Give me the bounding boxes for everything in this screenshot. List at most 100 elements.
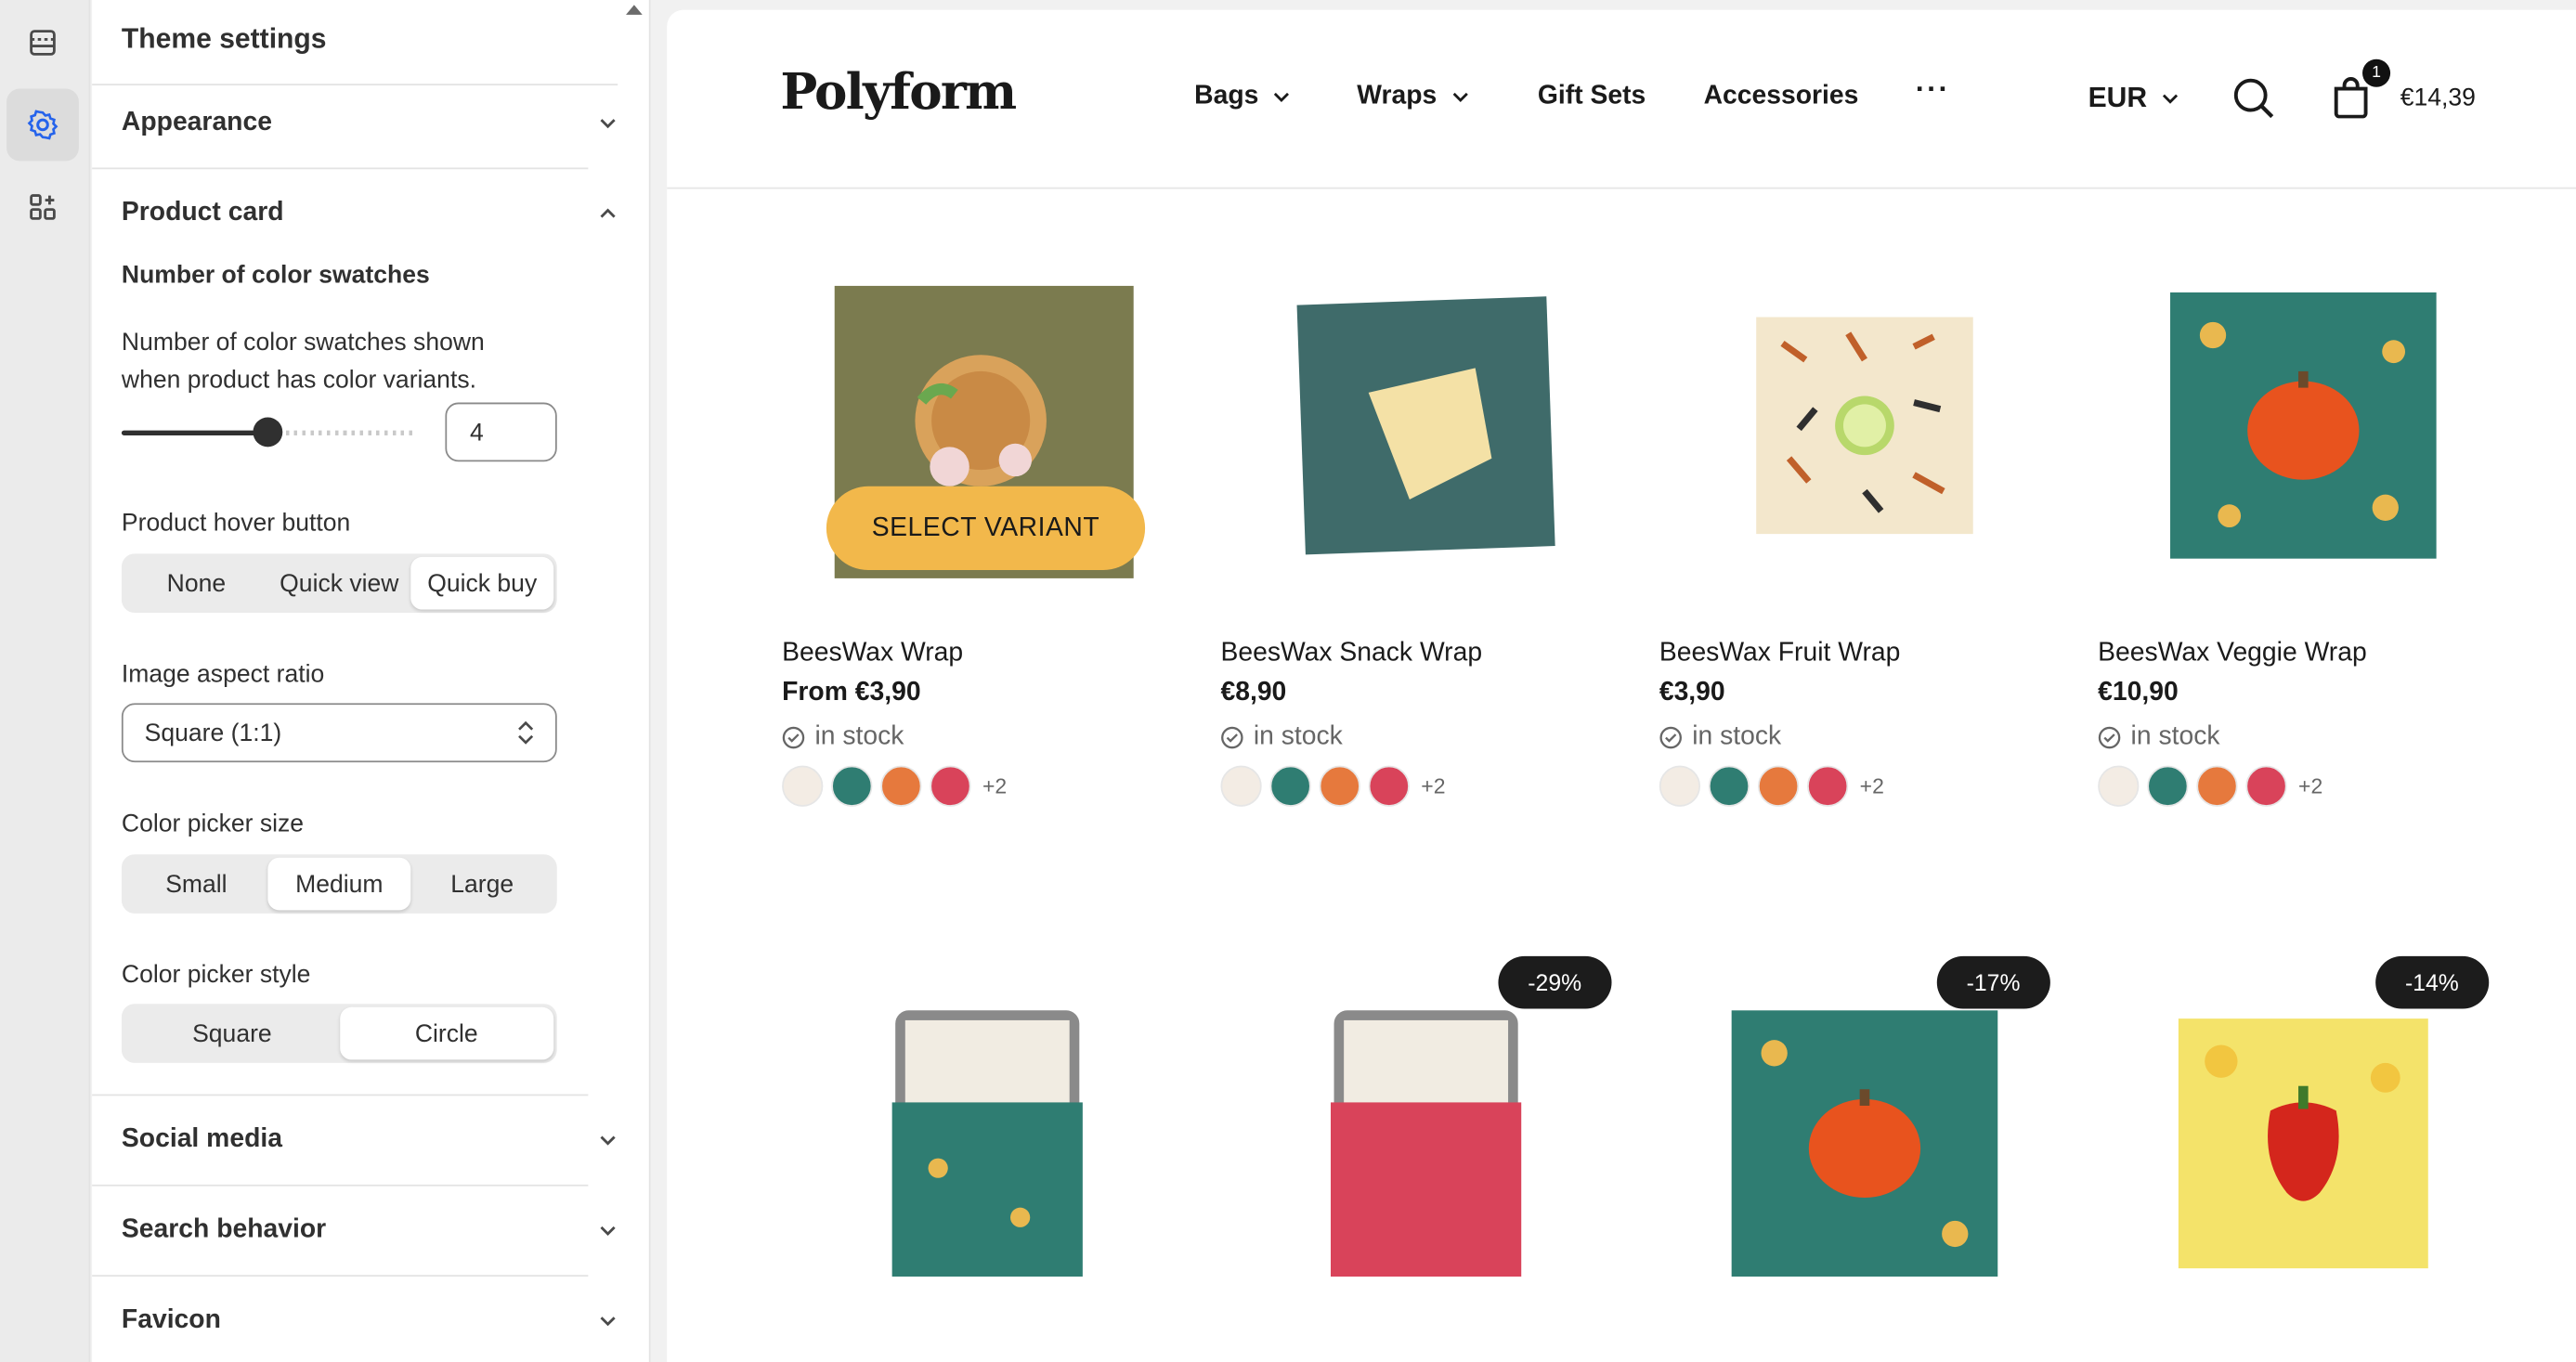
- nav-more-icon[interactable]: ···: [1916, 72, 1950, 107]
- product-name[interactable]: BeesWax Wrap: [782, 639, 963, 668]
- product-image[interactable]: [1659, 979, 2070, 1308]
- theme-settings-button[interactable]: [7, 88, 79, 162]
- chevron-down-icon: [600, 1317, 616, 1327]
- swatch-floral[interactable]: [1659, 765, 1701, 807]
- product-image[interactable]: [1659, 240, 2070, 609]
- product-image[interactable]: [2098, 240, 2508, 609]
- hover-button-label: Product hover button: [121, 509, 351, 538]
- product-name[interactable]: BeesWax Veggie Wrap: [2098, 639, 2367, 668]
- color-swatches: +2: [1659, 765, 1884, 807]
- swatch-red[interactable]: [2245, 765, 2287, 807]
- product-image[interactable]: [2098, 979, 2508, 1308]
- chevron-down-icon: [600, 1135, 616, 1146]
- chevron-down-icon: [2162, 94, 2178, 104]
- swatch-green[interactable]: [2147, 765, 2189, 807]
- color-swatches: +2: [782, 765, 1007, 807]
- swatch-green[interactable]: [1269, 765, 1311, 807]
- cart-total[interactable]: €14,39: [2400, 84, 2476, 111]
- panel-title: Theme settings: [121, 22, 327, 55]
- nav-gift-sets[interactable]: Gift Sets: [1538, 82, 1646, 111]
- app-rail: [0, 0, 91, 1362]
- product-image[interactable]: [1220, 240, 1631, 609]
- select-arrows-icon: [518, 720, 534, 745]
- style-option-circle[interactable]: Circle: [339, 1006, 554, 1060]
- search-icon[interactable]: [2231, 75, 2277, 122]
- aspect-ratio-select[interactable]: Square (1:1): [121, 703, 557, 763]
- swatch-orange[interactable]: [2196, 765, 2238, 807]
- divider: [92, 1094, 589, 1096]
- section-search-behavior[interactable]: Search behavior: [122, 1211, 619, 1250]
- size-option-medium[interactable]: Medium: [267, 857, 411, 911]
- more-swatches[interactable]: +2: [1421, 773, 1445, 798]
- swatch-orange[interactable]: [880, 765, 922, 807]
- stock-status: in stock: [782, 723, 904, 753]
- section-search-behavior-label: Search behavior: [121, 1215, 327, 1244]
- swatch-floral[interactable]: [782, 765, 824, 807]
- cart-icon[interactable]: [2333, 75, 2369, 119]
- hover-option-none[interactable]: None: [124, 557, 267, 610]
- hover-button-segmented: None Quick view Quick buy: [121, 553, 557, 614]
- nav-wraps[interactable]: Wraps: [1357, 82, 1469, 111]
- product-photo-pumpkin-2: [1731, 1010, 1998, 1277]
- sections-button[interactable]: [7, 6, 79, 79]
- product-image[interactable]: [1220, 979, 1631, 1308]
- swatch-red[interactable]: [930, 765, 971, 807]
- divider: [92, 1184, 589, 1187]
- discount-badge: -14%: [2375, 955, 2489, 1009]
- store-logo[interactable]: Polyform: [780, 64, 1017, 122]
- swatch-red[interactable]: [1807, 765, 1849, 807]
- more-swatches[interactable]: +2: [2298, 773, 2322, 798]
- section-product-card-label: Product card: [121, 199, 284, 227]
- color-swatches: +2: [1220, 765, 1446, 807]
- swatches-slider-fill: [121, 430, 270, 435]
- more-swatches[interactable]: +2: [1860, 773, 1884, 798]
- size-option-large[interactable]: Large: [410, 858, 553, 911]
- stock-label: in stock: [814, 722, 904, 751]
- hover-option-quick-view[interactable]: Quick view: [267, 557, 410, 610]
- section-product-card[interactable]: Product card: [122, 194, 619, 233]
- product-image[interactable]: [782, 979, 1192, 1308]
- size-option-small[interactable]: Small: [124, 858, 267, 911]
- aspect-ratio-value: Square (1:1): [144, 719, 282, 747]
- cart-count-badge: 1: [2362, 58, 2391, 87]
- chevron-down-icon: [1274, 92, 1290, 102]
- swatches-slider-track[interactable]: [269, 430, 418, 435]
- section-social-media[interactable]: Social media: [122, 1121, 619, 1160]
- nav-accessories[interactable]: Accessories: [1704, 82, 1859, 111]
- swatch-floral[interactable]: [2098, 765, 2140, 807]
- swatch-green[interactable]: [1708, 765, 1750, 807]
- picker-size-label: Color picker size: [121, 810, 305, 838]
- section-favicon[interactable]: Favicon: [122, 1302, 619, 1341]
- swatch-orange[interactable]: [1319, 765, 1360, 807]
- product-photo-cheese: [1296, 295, 1555, 554]
- swatches-slider-thumb[interactable]: [253, 417, 283, 448]
- swatch-red[interactable]: [1368, 765, 1410, 807]
- stock-label: in stock: [1692, 722, 1782, 751]
- apps-button[interactable]: [7, 171, 79, 243]
- select-variant-button[interactable]: SELECT VARIANT: [826, 486, 1146, 571]
- nav-bags[interactable]: Bags: [1194, 82, 1292, 111]
- section-appearance[interactable]: Appearance: [122, 103, 619, 142]
- swatch-orange[interactable]: [1757, 765, 1800, 807]
- product-name[interactable]: BeesWax Fruit Wrap: [1659, 639, 1901, 668]
- chevron-down-icon: [1451, 92, 1468, 102]
- style-option-square[interactable]: Square: [124, 1007, 339, 1060]
- swatch-green[interactable]: [831, 765, 873, 807]
- swatches-help-text: Number of color swatches shown when prod…: [121, 328, 485, 395]
- hover-option-quick-buy[interactable]: Quick buy: [410, 556, 554, 610]
- product-price: €3,90: [1659, 678, 1725, 707]
- swatches-count-input[interactable]: 4: [445, 402, 557, 462]
- more-swatches[interactable]: +2: [982, 773, 1007, 798]
- discount-badge: -17%: [1936, 955, 2050, 1009]
- panel-scroll-up-arrow[interactable]: [626, 5, 643, 15]
- color-swatches: +2: [2098, 765, 2322, 807]
- product-photo-cake-green: [891, 1010, 1083, 1277]
- stock-status: in stock: [1659, 723, 1781, 753]
- divider: [92, 1275, 589, 1277]
- gear-icon: [27, 110, 59, 140]
- store-preview: Polyform Bags Wraps Gift Sets Accessorie…: [667, 9, 2576, 1362]
- swatch-floral[interactable]: [1220, 765, 1262, 807]
- currency-selector[interactable]: EUR: [2088, 82, 2180, 114]
- product-name[interactable]: BeesWax Snack Wrap: [1220, 639, 1482, 668]
- nav-bags-label: Bags: [1194, 82, 1259, 110]
